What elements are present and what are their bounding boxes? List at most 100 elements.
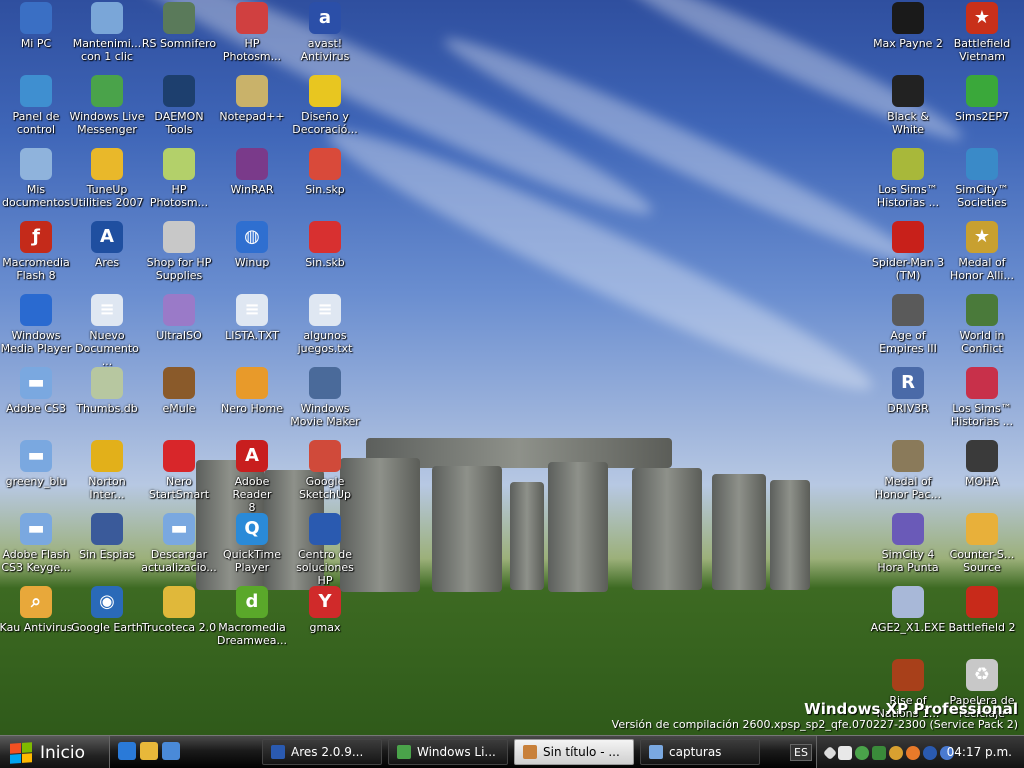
desktop-icon[interactable]: Sims2EP7 [944, 75, 1020, 123]
desktop-icon[interactable]: ★ Battlefield Vietnam [944, 2, 1020, 63]
desktop-icon[interactable]: ≡ LISTA.TXT [214, 294, 290, 342]
emule-tray-icon[interactable] [889, 745, 903, 760]
desktop-icon[interactable]: Sin.skp [287, 148, 363, 196]
desktop-icon[interactable]: eMule [141, 367, 217, 415]
desktop-icon[interactable]: ≡ Nuevo Documento ... [69, 294, 145, 368]
desktop-icon[interactable]: ▬ greeny_blu [0, 440, 74, 488]
desktop-icon[interactable]: Battlefield 2 [944, 586, 1020, 634]
desktop-icon[interactable]: Windows Media Player [0, 294, 74, 355]
desktop-icon[interactable]: TuneUp Utilities 2007 [69, 148, 145, 209]
show-desktop-icon[interactable] [162, 742, 180, 760]
desktop-icon[interactable]: Shop for HP Supplies [141, 221, 217, 282]
outlook-express-icon[interactable] [140, 742, 158, 760]
desktop-icon[interactable]: Mantenimi... con 1 clic [69, 2, 145, 63]
network-icon[interactable] [822, 745, 838, 760]
desktop-icon-label: Winup [234, 256, 270, 269]
safely-remove-icon[interactable] [838, 745, 852, 760]
text-document-icon: ≡ [236, 294, 268, 326]
desktop-icon[interactable]: HP Photosm... [214, 2, 290, 63]
desktop-icon[interactable]: Google SketchUp [287, 440, 363, 501]
desktop-icon[interactable]: Mis documentos [0, 148, 74, 209]
desktop-icon[interactable]: Sin.skb [287, 221, 363, 269]
desktop-icon-label: DAEMON Tools [154, 110, 204, 136]
desktop-icon[interactable]: Nero StartSmart [141, 440, 217, 501]
desktop-icon[interactable]: Centro de soluciones HP [287, 513, 363, 587]
taskbar-button[interactable]: Windows Li... [388, 739, 508, 765]
desktop-icon[interactable]: ◉ Google Earth [69, 586, 145, 634]
taskbar-button[interactable]: Ares 2.0.9... [262, 739, 382, 765]
nero-icon [163, 440, 195, 472]
flash-icon: ƒ [20, 221, 52, 253]
desktop-icon[interactable]: SimCity™ Societies [944, 148, 1020, 209]
desktop-icon[interactable]: d Macromedia Dreamwea... [214, 586, 290, 647]
desktop-icon[interactable]: AGE2_X1.EXE [870, 586, 946, 634]
desktop-icon[interactable]: ▬ Descargar actualizacio... [141, 513, 217, 574]
quick-launch [118, 742, 180, 760]
desktop-icon[interactable]: ≡ algunos juegos.txt [287, 294, 363, 355]
desktop-icon[interactable]: ▬ Adobe Flash CS3 Keyge... [0, 513, 74, 574]
desktop-icon[interactable]: DAEMON Tools [141, 75, 217, 136]
desktop-icon[interactable]: Notepad++ [214, 75, 290, 123]
emule-icon [163, 367, 195, 399]
avast-icon: a [309, 2, 341, 34]
desktop[interactable]: Mi PC Mantenimi... con 1 clic RS Somnifero… [0, 0, 1024, 735]
desktop-icon[interactable]: Max Payne 2 [870, 2, 946, 50]
sims-icon [966, 75, 998, 107]
desktop-icon[interactable]: Panel de control [0, 75, 74, 136]
counter-strike-icon [966, 513, 998, 545]
taskbar-button[interactable]: capturas [640, 739, 760, 765]
winrar-icon [236, 148, 268, 180]
desktop-icon[interactable]: Black & White [870, 75, 946, 136]
desktop-icon[interactable]: MOHA [944, 440, 1020, 488]
sketchup-backup-icon [309, 221, 341, 253]
desktop-icon[interactable]: World in Conflict [944, 294, 1020, 355]
language-indicator[interactable]: ES [790, 744, 812, 761]
desktop-icon[interactable]: a avast! Antivirus [287, 2, 363, 63]
desktop-icon[interactable]: Los Sims™ Historias ... [870, 148, 946, 209]
desktop-icon[interactable]: ★ Medal of Honor Alli... [944, 221, 1020, 282]
desktop-icon[interactable]: A Ares [69, 221, 145, 269]
messenger-tray-icon[interactable] [855, 745, 869, 760]
start-button[interactable]: Inicio [0, 736, 110, 768]
desktop-icon[interactable]: UltraISO [141, 294, 217, 342]
desktop-icon[interactable]: Thumbs.db [69, 367, 145, 415]
security-icon[interactable] [872, 745, 886, 760]
desktop-icon[interactable]: Nero Home [214, 367, 290, 415]
desktop-icon[interactable]: Mi PC [0, 2, 74, 50]
taskbar-button[interactable]: Sin título - ... [514, 739, 634, 765]
desktop-icon[interactable]: HP Photosm... [141, 148, 217, 209]
desktop-icon[interactable]: Sin Espias [69, 513, 145, 561]
desktop-icon[interactable]: Windows Live Messenger [69, 75, 145, 136]
desktop-icon-label: algunos juegos.txt [297, 329, 353, 355]
desktop-icon[interactable]: Ygmax [287, 586, 363, 634]
avast-tray-icon[interactable] [923, 745, 937, 760]
desktop-icon[interactable]: Spider-Man 3 (TM) [870, 221, 946, 282]
age2-icon [892, 586, 924, 618]
desktop-icon[interactable]: Age of Empires III [870, 294, 946, 355]
google-earth-icon: ◉ [91, 586, 123, 618]
my-computer-icon [20, 2, 52, 34]
norton-tray-icon[interactable] [906, 745, 920, 760]
desktop-icon[interactable]: Q QuickTime Player [214, 513, 290, 574]
desktop-icon[interactable]: RS Somnifero [141, 2, 217, 50]
desktop-icon[interactable]: ⌕ Kau Antivirus [0, 586, 74, 634]
desktop-icon-label: Windows Movie Maker [290, 402, 360, 428]
desktop-icon-label: World in Conflict [959, 329, 1005, 355]
desktop-icon[interactable]: Windows Movie Maker [287, 367, 363, 428]
desktop-icon[interactable]: Counter-S... Source [944, 513, 1020, 574]
desktop-icon[interactable]: R DRIV3R [870, 367, 946, 415]
desktop-icon[interactable]: Los Sims™ Historias ... [944, 367, 1020, 428]
clock[interactable]: 04:17 p.m. [947, 745, 1012, 759]
desktop-icon[interactable]: Trucoteca 2.0 [141, 586, 217, 634]
desktop-icon[interactable]: A Adobe Reader 8 [214, 440, 290, 514]
desktop-icon[interactable]: Medal of Honor Pac... [870, 440, 946, 501]
desktop-icon[interactable]: Norton Inter... [69, 440, 145, 501]
desktop-icon[interactable]: ƒ Macromedia Flash 8 [0, 221, 74, 282]
desktop-icon[interactable]: SimCity 4 Hora Punta [870, 513, 946, 574]
desktop-icon[interactable]: Diseño y Decoració... [287, 75, 363, 136]
internet-explorer-icon[interactable] [118, 742, 136, 760]
desktop-icon[interactable]: ◍ Winup [214, 221, 290, 269]
maintenance-icon [91, 2, 123, 34]
desktop-icon[interactable]: ▬ Adobe CS3 [0, 367, 74, 415]
desktop-icon[interactable]: WinRAR [214, 148, 290, 196]
